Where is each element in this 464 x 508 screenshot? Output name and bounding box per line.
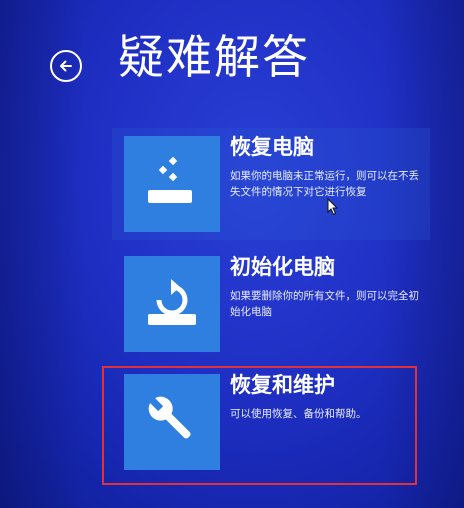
mouse-pointer-icon: [327, 197, 339, 216]
refresh-pc-icon: [140, 150, 204, 218]
repair-icon-box: [124, 374, 220, 470]
refresh-pc-icon-box: [124, 136, 220, 232]
reset-pc-title: 初始化电脑: [230, 255, 335, 279]
back-button[interactable]: [50, 50, 82, 82]
page-title: 疑难解答: [118, 30, 310, 84]
refresh-pc-description: 如果你的电脑未正常运行，则可以在不丢失文件的情况下对它进行恢复: [230, 170, 419, 198]
wrench-icon: [140, 388, 204, 456]
repair-title: 恢复和维护: [230, 373, 335, 397]
repair-description: 可以使用恢复、备份和帮助。: [230, 408, 367, 420]
reset-pc-icon-box: [124, 256, 220, 352]
reset-pc-option[interactable]: 初始化电脑 如果要删除你的所有文件，则可以完全初始化电脑: [112, 248, 430, 360]
refresh-pc-title: 恢复电脑: [230, 135, 314, 159]
reset-pc-description: 如果要删除你的所有文件，则可以完全初始化电脑: [230, 290, 419, 318]
repair-option[interactable]: 恢复和维护 可以使用恢复、备份和帮助。: [112, 366, 430, 478]
refresh-pc-option[interactable]: 恢复电脑 如果你的电脑未正常运行，则可以在不丢失文件的情况下对它进行恢复: [112, 128, 430, 240]
reset-pc-icon: [140, 270, 204, 338]
back-arrow-icon: [58, 58, 74, 74]
